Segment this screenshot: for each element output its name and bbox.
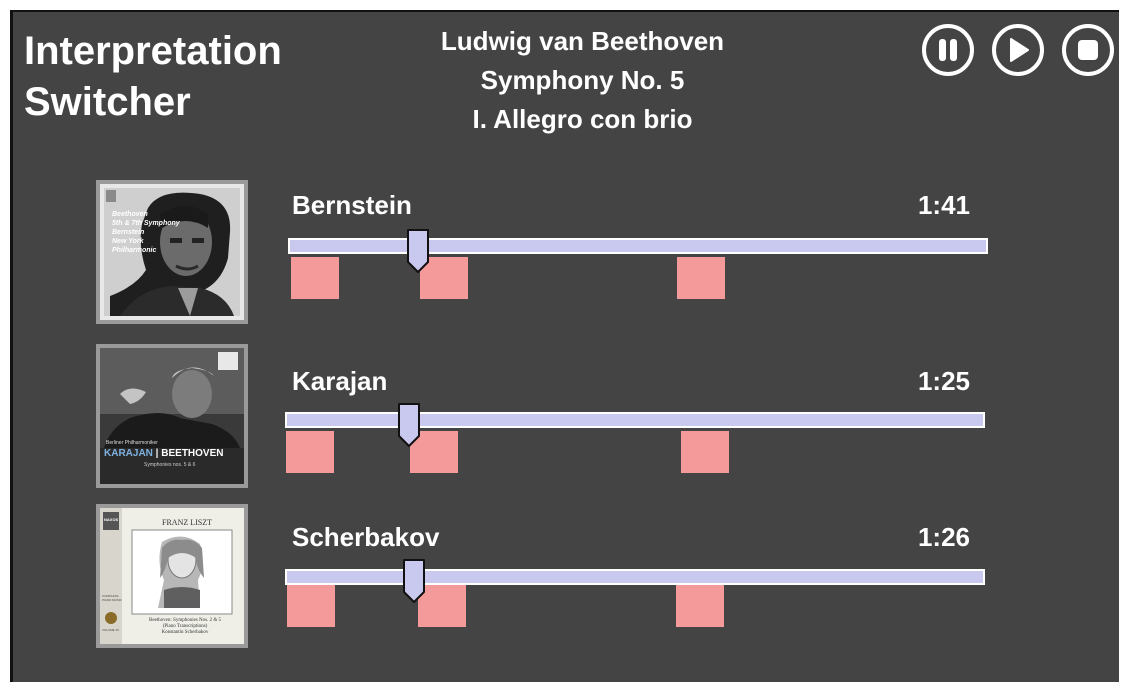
naxos-logo: NAXOS — [104, 517, 119, 522]
album-cover-bernstein[interactable]: Beethoven 5th & 7th Symphony Bernstein N… — [96, 180, 248, 324]
work-title: Symphony No. 5 — [480, 65, 685, 95]
timeline-bar[interactable] — [288, 238, 988, 254]
scherbakov-series-text: COMPLETE PIANO MUSIC — [102, 594, 122, 602]
track-row-karajan: Berliner Philharmoniker KARAJAN | BEETHO… — [0, 344, 1121, 494]
stop-icon — [1078, 40, 1098, 60]
playhead-handle[interactable] — [397, 402, 421, 448]
performer-name: Karajan — [292, 366, 388, 396]
elapsed-time: 1:25 — [917, 366, 970, 396]
elapsed-time: 1:41 — [917, 190, 970, 220]
pause-icon — [939, 39, 957, 61]
playhead-handle[interactable] — [406, 228, 430, 274]
composer-name: Ludwig van Beethoven — [440, 26, 725, 56]
elapsed-time: 1:26 — [917, 522, 970, 552]
stop-button[interactable] — [1062, 24, 1114, 76]
app-title: Interpretation Switcher — [24, 26, 384, 128]
scherbakov-cover-caption: Beethoven: Symphonies Nos. 2 & 5 (Piano … — [149, 618, 221, 635]
timeline-bar[interactable] — [285, 569, 985, 585]
track-row-scherbakov: FRANZ LISZT NAXOS COMPLETE PIANO MUSIC V… — [0, 504, 1121, 654]
scherbakov-cover-title: FRANZ LISZT — [162, 518, 212, 527]
section-marker[interactable] — [681, 431, 729, 473]
play-button[interactable] — [992, 24, 1044, 76]
app-title-line-1: Interpretation — [24, 29, 282, 73]
album-cover-scherbakov[interactable]: FRANZ LISZT NAXOS COMPLETE PIANO MUSIC V… — [96, 504, 248, 648]
section-marker[interactable] — [287, 585, 335, 627]
karajan-cover-subtitle: Symphonies nos. 5 & 6 — [144, 462, 196, 468]
bernstein-cover-text: Beethoven 5th & 7th Symphony Bernstein N… — [112, 211, 180, 254]
section-marker[interactable] — [286, 431, 334, 473]
performer-name: Bernstein — [292, 190, 412, 220]
app-title-line-2: Switcher — [24, 80, 191, 124]
timeline-bar[interactable] — [285, 412, 985, 428]
track-row-bernstein: Beethoven 5th & 7th Symphony Bernstein N… — [0, 180, 1121, 330]
movement-title: I. Allegro con brio — [472, 104, 693, 134]
section-marker[interactable] — [676, 585, 724, 627]
playhead-handle[interactable] — [402, 558, 426, 604]
play-icon — [1010, 38, 1029, 62]
section-marker[interactable] — [677, 257, 725, 299]
pause-button[interactable] — [922, 24, 974, 76]
performer-name: Scherbakov — [292, 522, 440, 552]
piece-info: Ludwig van Beethoven Symphony No. 5 I. A… — [380, 22, 785, 139]
scherbakov-volume-text: VOLUME 15 — [102, 628, 119, 632]
karajan-cover-title: KARAJAN | BEETHOVEN — [104, 448, 224, 459]
album-cover-karajan[interactable]: Berliner Philharmoniker KARAJAN | BEETHO… — [96, 344, 248, 488]
karajan-cover-header: Berliner Philharmoniker — [106, 440, 158, 446]
section-marker[interactable] — [291, 257, 339, 299]
